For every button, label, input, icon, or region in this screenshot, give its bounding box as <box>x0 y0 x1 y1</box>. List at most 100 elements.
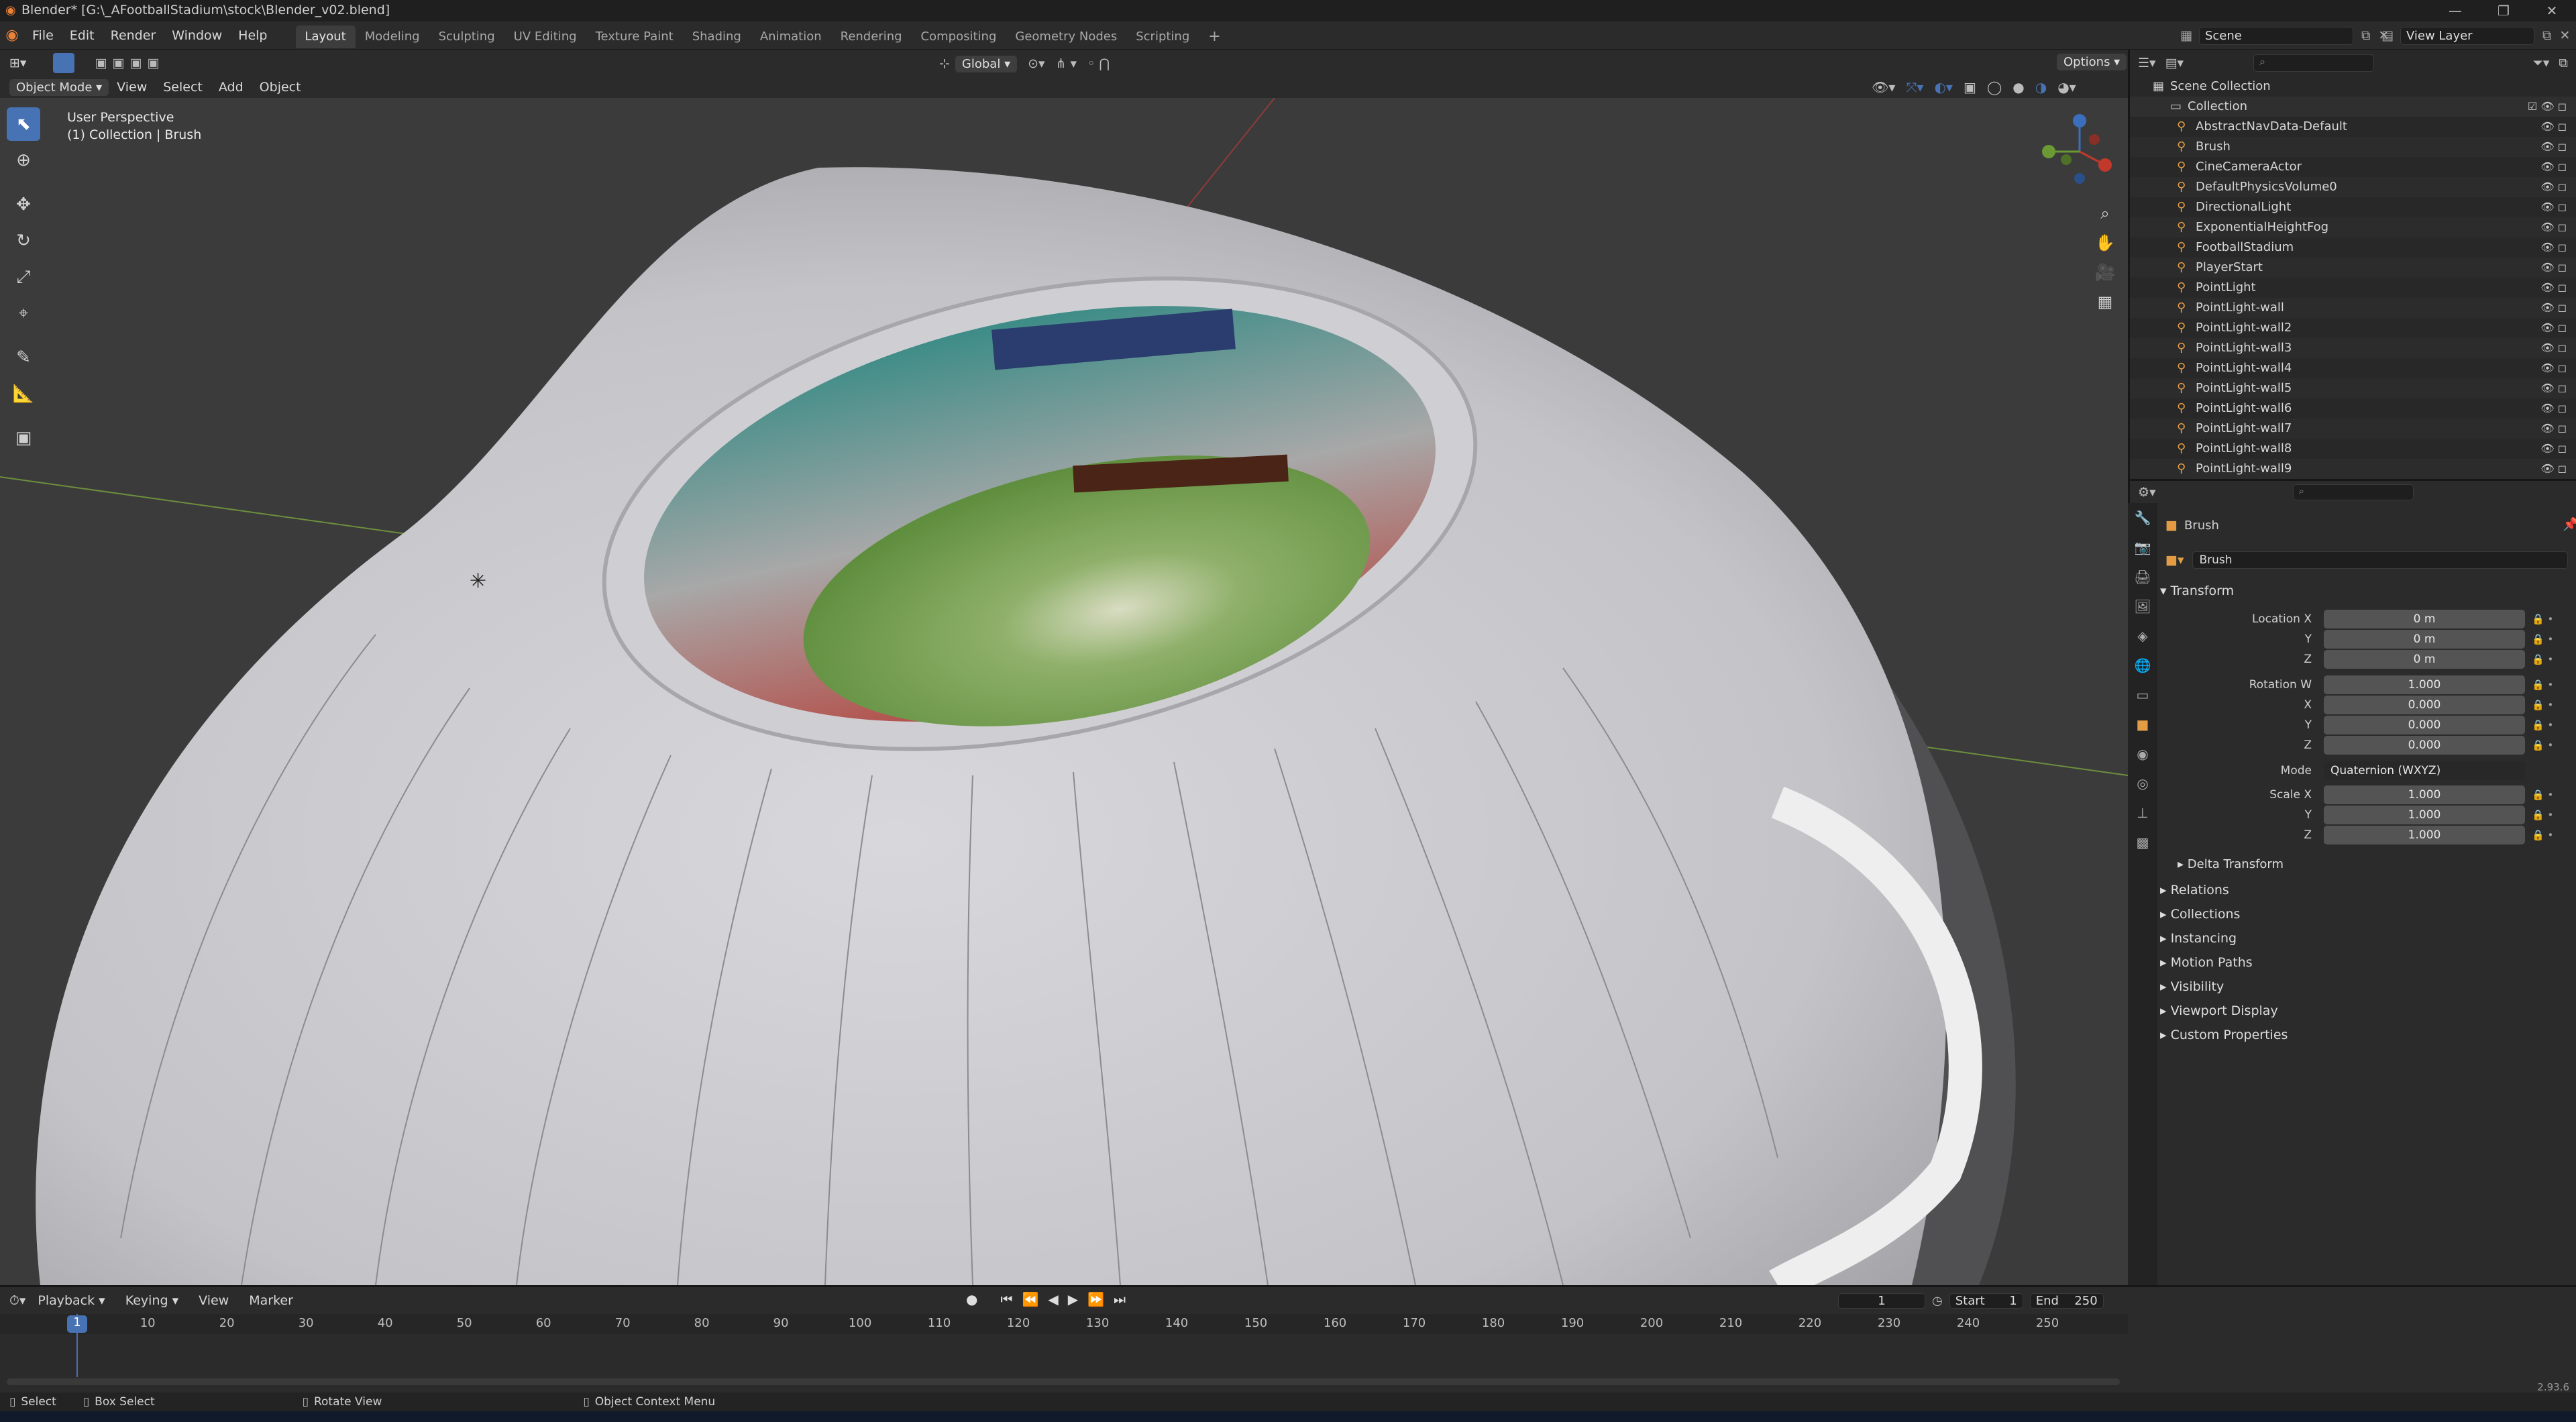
panel-header[interactable]: ▸ Collections <box>2160 903 2240 926</box>
lock-icon[interactable]: 🔒 • <box>2532 715 2553 735</box>
lock-icon[interactable]: 🔒 • <box>2532 735 2553 755</box>
delete-view-layer-icon[interactable]: ✕ <box>2560 28 2571 43</box>
output-tab-icon[interactable]: 🖨 <box>2128 562 2157 592</box>
zoom-icon[interactable]: ⌕ <box>2092 199 2118 228</box>
current-frame-field[interactable]: 1 <box>1838 1293 1925 1309</box>
prev-keyframe-icon[interactable]: ⏪ <box>1022 1291 1038 1307</box>
mode-dropdown[interactable]: Object Mode ▾ <box>9 78 109 96</box>
pivot-icon[interactable]: ⊙▾ <box>1028 56 1044 71</box>
outliner-item[interactable]: ⚲ PlayerStart 👁 ◻ <box>2130 258 2576 278</box>
pin-icon[interactable]: 📌 <box>2563 516 2576 532</box>
outliner-item[interactable]: ⚲ PointLight-wall9 👁 ◻ <box>2130 459 2576 479</box>
rotate-tool-icon[interactable]: ↻ <box>7 224 40 258</box>
transform-orientation[interactable]: ⊹ Global ▾ ⊙▾ ⋔ ▾ ◦ ⋂ <box>939 54 1110 74</box>
lock-icon[interactable]: 🔒 • <box>2532 825 2553 845</box>
jump-end-icon[interactable]: ⏭ <box>1114 1291 1126 1307</box>
visibility-icon[interactable]: 👁 ◻ <box>2540 278 2567 298</box>
lock-icon[interactable]: 🔒 • <box>2532 629 2553 649</box>
wireframe-shading-icon[interactable]: ◯ <box>1987 79 2002 95</box>
lock-icon[interactable]: 🔒 • <box>2532 609 2553 629</box>
editor-type-icon[interactable]: ⊞▾ <box>9 56 26 70</box>
object-datablock[interactable]: ■▾ Brush <box>2165 550 2568 570</box>
timeline-menu-keying[interactable]: Keying ▾ <box>117 1287 186 1315</box>
outliner-item[interactable]: ⚲ PointLight 👁 ◻ <box>2130 278 2576 298</box>
filter-icon[interactable]: ⏷▾ <box>2533 56 2550 70</box>
minimize-button[interactable]: — <box>2431 0 2479 21</box>
selection-modes-icon[interactable]: ▣▣▣▣ <box>95 56 164 70</box>
visibility-icon[interactable]: 👁 ◻ <box>2540 258 2567 278</box>
tab-texture-paint[interactable]: Texture Paint <box>586 25 683 48</box>
property-value-field[interactable]: 0.000 <box>2324 716 2525 734</box>
display-mode-icon[interactable]: ▤▾ <box>2165 56 2184 70</box>
orientation-dropdown[interactable]: Global ▾ <box>955 55 1018 72</box>
next-keyframe-icon[interactable]: ⏩ <box>1087 1291 1104 1307</box>
outliner-item[interactable]: ⚲ ExponentialHeightFog 👁 ◻ <box>2130 217 2576 237</box>
view-layer-tab-icon[interactable]: 🖼 <box>2128 592 2157 621</box>
visibility-icon[interactable]: 👁 ◻ <box>2540 137 2567 157</box>
scene-field[interactable]: Scene <box>2198 26 2353 45</box>
property-value-field[interactable]: 0 m <box>2324 650 2525 669</box>
scale-tool-icon[interactable]: ⤢ <box>7 260 40 294</box>
properties-editor-icon[interactable]: ⚙▾ <box>2138 485 2156 500</box>
panel-header[interactable]: ▸ Custom Properties <box>2160 1024 2288 1046</box>
visibility-icon[interactable]: 👁 ◻ <box>2540 358 2567 378</box>
menu-file[interactable]: File <box>24 21 62 50</box>
outliner-item[interactable]: ⚲ PointLight-wall 👁 ◻ <box>2130 298 2576 318</box>
rotation-mode-dropdown[interactable]: Quaternion (WXYZ) <box>2324 761 2525 780</box>
outliner-item[interactable]: ⚲ PointLight-wall2 👁 ◻ <box>2130 318 2576 338</box>
menu-render[interactable]: Render <box>103 21 164 50</box>
property-value-field[interactable]: 0 m <box>2324 610 2525 628</box>
lock-icon[interactable]: 🔒 • <box>2532 675 2553 695</box>
viewport-menu-object[interactable]: Object <box>252 73 309 101</box>
outliner-item[interactable]: ⚲ AbstractNavData-Default 👁 ◻ <box>2130 117 2576 137</box>
visibility-icon[interactable]: 👁 ◻ <box>2540 318 2567 338</box>
property-value-field[interactable]: 1.000 <box>2324 675 2525 694</box>
object-name-field[interactable]: Brush <box>2192 551 2568 569</box>
new-scene-icon[interactable]: ⧉ <box>2361 28 2371 43</box>
object-tab-icon[interactable]: ■ <box>2128 710 2157 739</box>
texture-tab-icon[interactable]: ▩ <box>2128 828 2157 857</box>
lock-icon[interactable]: 🔒 • <box>2532 785 2553 805</box>
rendered-shading-icon[interactable]: ◕▾ <box>2057 79 2076 95</box>
timeline-menu-playback[interactable]: Playback ▾ <box>30 1287 113 1315</box>
constraints-tab-icon[interactable]: ⊥ <box>2128 798 2157 828</box>
property-value-field[interactable]: 0 m <box>2324 630 2525 649</box>
camera-view-icon[interactable]: 🎥 <box>2092 258 2118 287</box>
new-view-layer-icon[interactable]: ⧉ <box>2542 28 2552 43</box>
scene-tab-icon[interactable]: ◈ <box>2128 621 2157 651</box>
menu-edit[interactable]: Edit <box>62 21 103 50</box>
property-value-field[interactable]: 0.000 <box>2324 736 2525 755</box>
material-shading-icon[interactable]: ◑ <box>2035 79 2047 95</box>
visibility-icon[interactable]: 👁▾ <box>1872 79 1895 95</box>
lock-icon[interactable]: 🔒 • <box>2532 695 2553 715</box>
view-layer-field[interactable]: View Layer <box>2400 26 2534 45</box>
outliner-item[interactable]: ⚲ PointLight-wall4 👁 ◻ <box>2130 358 2576 378</box>
panel-header[interactable]: ▸ Viewport Display <box>2160 999 2278 1022</box>
start-frame-field[interactable]: Start 1 <box>1949 1293 2023 1309</box>
current-frame-badge[interactable]: 1 <box>67 1315 87 1333</box>
outliner-item[interactable]: ⚲ PointLight-wall5 👁 ◻ <box>2130 378 2576 398</box>
close-button[interactable]: ✕ <box>2528 0 2576 21</box>
tab-shading[interactable]: Shading <box>683 25 751 48</box>
add-cube-tool-icon[interactable]: ▣ <box>7 421 40 455</box>
options-dropdown[interactable]: Options ▾ <box>2057 54 2127 70</box>
proportional-edit-icon[interactable]: ◦ ⋂ <box>1087 56 1110 71</box>
visibility-icon[interactable]: 👁 ◻ <box>2540 298 2567 318</box>
outliner-item[interactable]: ⚲ PointLight-wall7 👁 ◻ <box>2130 419 2576 439</box>
world-tab-icon[interactable]: 🌐 <box>2128 651 2157 680</box>
outliner-item[interactable]: ⚲ CineCameraActor 👁 ◻ <box>2130 157 2576 177</box>
add-workspace-icon[interactable]: + <box>1199 25 1230 48</box>
outliner-item[interactable]: ⚲ FootballStadium 👁 ◻ <box>2130 237 2576 258</box>
jump-start-icon[interactable]: ⏮ <box>1000 1291 1012 1307</box>
visibility-icon[interactable]: 👁 ◻ <box>2540 398 2567 419</box>
tab-compositing[interactable]: Compositing <box>912 25 1006 48</box>
delta-transform-header[interactable]: ▸ Delta Transform <box>2178 853 2284 876</box>
panel-header[interactable]: ▸ Visibility <box>2160 975 2224 998</box>
play-icon[interactable]: ▶ <box>1068 1291 1078 1307</box>
maximize-button[interactable]: ❐ <box>2479 0 2528 21</box>
outliner-item[interactable]: ⚲ PointLight-wall8 👁 ◻ <box>2130 439 2576 459</box>
panel-header[interactable]: ▸ Instancing <box>2160 927 2237 950</box>
tab-scripting[interactable]: Scripting <box>1126 25 1199 48</box>
outliner-search-input[interactable]: ⌕ <box>2253 54 2375 72</box>
visibility-icon[interactable]: 👁 ◻ <box>2540 419 2567 439</box>
